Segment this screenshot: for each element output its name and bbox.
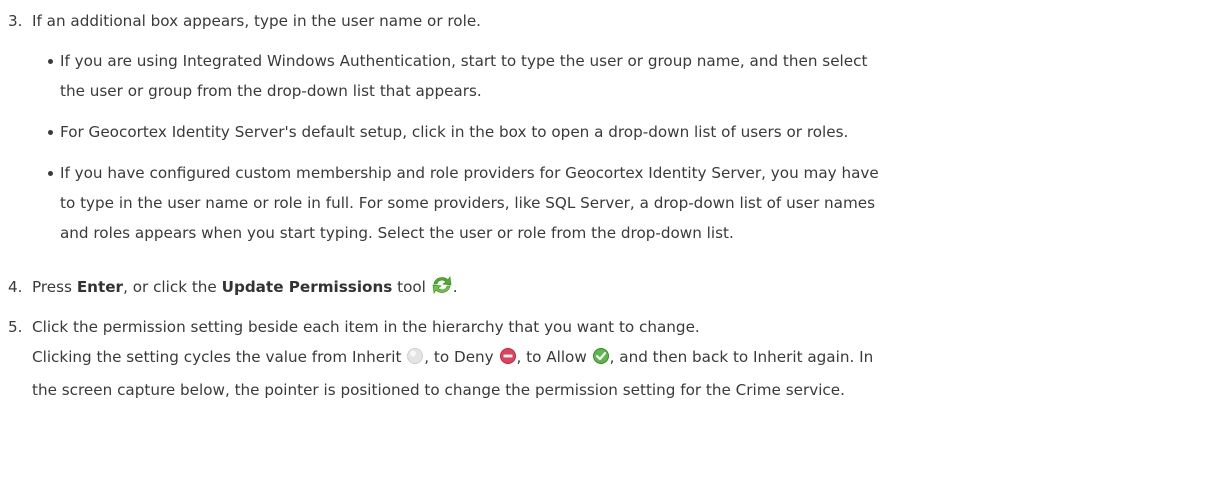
step-4-press: Press: [32, 278, 77, 296]
deny-red-minus-icon: [499, 345, 517, 375]
step-4-number: 4.: [8, 278, 23, 296]
inherit-grey-circle-icon: [406, 345, 424, 375]
bullet-dot: [48, 59, 53, 64]
step-3: 3. If an additional box appears, type in …: [8, 6, 1203, 36]
detail-part-c: , to Allow: [516, 348, 592, 366]
update-permissions-tool-name: Update Permissions: [221, 278, 393, 296]
step-4: 4. Press Enter, or click the Update Permi…: [8, 272, 1203, 305]
step-5-text: Click the permission setting beside each…: [32, 318, 700, 336]
step-4-tool-word: tool: [392, 278, 426, 296]
bullet-1-line-2: the user or group from the drop-down lis…: [60, 82, 482, 100]
bullet-item-custom-providers: If you have configured custom membership…: [48, 158, 1188, 248]
bullet-dot: [48, 130, 53, 135]
bullet-3-line-3: and roles appears when you start typing.…: [60, 224, 734, 242]
enter-key-label: Enter: [76, 278, 124, 296]
bullet-1-line-1: If you are using Integrated Windows Auth…: [60, 52, 868, 70]
bullet-item-default-setup: For Geocortex Identity Server's default …: [48, 117, 1188, 147]
bullet-item-integrated-windows: If you are using Integrated Windows Auth…: [48, 46, 1188, 106]
step-5-detail: Clicking the setting cycles the value fr…: [32, 342, 1203, 405]
step-4-mid: , or click the: [123, 278, 222, 296]
step-4-end: .: [452, 278, 458, 296]
allow-green-check-icon: [592, 345, 610, 375]
detail-part-a: Clicking the setting cycles the value fr…: [32, 348, 407, 366]
step-5: 5. Click the permission setting beside ea…: [8, 312, 1203, 342]
bullet-2-line-1: For Geocortex Identity Server's default …: [60, 123, 849, 141]
step-3-text: If an additional box appears, type in th…: [32, 12, 481, 30]
refresh-arrows-icon: [431, 275, 453, 305]
step-5-detail-line-2: the screen capture below, the pointer is…: [32, 381, 845, 399]
help-document: 3. If an additional box appears, type in …: [0, 0, 1213, 491]
detail-part-d: , and then back to Inherit again. In: [609, 348, 874, 366]
bullet-3-line-2: to type in the user name or role in full…: [60, 194, 876, 212]
step-3-number: 3.: [8, 12, 23, 30]
detail-part-b: , to Deny: [424, 348, 499, 366]
step-5-number: 5.: [8, 318, 23, 336]
bullet-dot: [48, 171, 53, 176]
bullet-3-line-1: If you have configured custom membership…: [60, 164, 879, 182]
